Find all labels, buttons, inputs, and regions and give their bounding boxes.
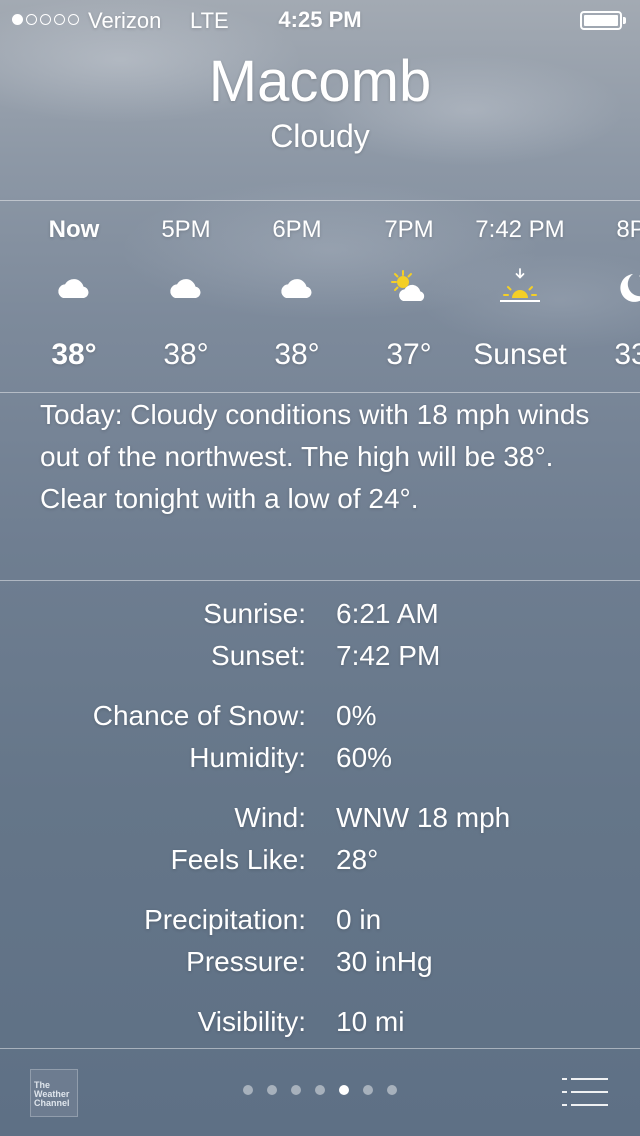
hour-temperature: 38°: [274, 338, 320, 371]
page-indicator[interactable]: [0, 1085, 640, 1095]
hour-label: Now: [48, 216, 100, 243]
hour-label: 5PM: [161, 216, 211, 243]
detail-value: 7:42 PM: [336, 640, 441, 671]
page-dot[interactable]: [291, 1085, 301, 1095]
list-menu-icon[interactable]: [562, 1076, 610, 1108]
hourly-item: 8P 33: [575, 202, 640, 392]
moon-icon: [611, 268, 640, 308]
detail-row: Chance of Snow: 0%: [0, 700, 640, 740]
status-bar: Verizon LTE 4:25 PM: [0, 0, 640, 40]
hour-label: 8P: [616, 216, 640, 243]
hour-label: 6PM: [272, 216, 322, 243]
detail-label: Chance of Snow:: [92, 700, 306, 731]
forecast-summary: Today: Cloudy conditions with 18 mph win…: [40, 399, 590, 514]
detail-row: Precipitation: 0 in: [0, 904, 640, 944]
status-time: 4:25 PM: [278, 7, 362, 32]
divider: [0, 200, 640, 201]
detail-row: Wind: WNW 18 mph: [0, 802, 640, 842]
partly-sunny-icon: [389, 268, 429, 308]
detail-label: Wind:: [234, 802, 306, 833]
battery-icon: [580, 11, 626, 30]
hourly-forecast[interactable]: Now 38° 5PM 38° 6PM 38° 7PM 37° 7:42 PM Sunset 8P 3…: [0, 202, 640, 392]
hour-temperature: 38°: [51, 338, 97, 371]
divider: [0, 580, 640, 581]
hour-temperature: Sunset: [473, 338, 567, 371]
cloud-icon: [54, 268, 94, 308]
detail-row: Feels Like: 28°: [0, 844, 640, 884]
detail-value: 6:21 AM: [336, 598, 439, 629]
detail-label: Humidity:: [189, 742, 306, 773]
page-dot[interactable]: [267, 1085, 277, 1095]
detail-row: Sunrise: 6:21 AM: [0, 598, 640, 638]
detail-value: 0%: [336, 700, 377, 731]
detail-row: Humidity: 60%: [0, 742, 640, 782]
page-dot[interactable]: [363, 1085, 373, 1095]
city-name: Macomb: [208, 49, 432, 114]
sunset-icon: [500, 268, 540, 308]
hourly-item: 7PM 37°: [353, 202, 465, 392]
hourly-item: 7:42 PM Sunset: [464, 202, 576, 392]
detail-label: Pressure:: [186, 946, 306, 977]
hour-label: 7:42 PM: [475, 216, 565, 243]
hourly-item: 6PM 38°: [241, 202, 353, 392]
detail-label: Feels Like:: [170, 844, 306, 875]
detail-label: Sunset:: [211, 640, 306, 671]
detail-row: Visibility: 10 mi: [0, 1006, 640, 1046]
hourly-item: 5PM 38°: [130, 202, 242, 392]
hour-temperature: 33: [614, 338, 640, 371]
detail-value: 30 inHg: [336, 946, 433, 977]
page-dot[interactable]: [339, 1085, 349, 1095]
cloud-icon: [277, 268, 317, 308]
hourly-item: Now 38°: [18, 202, 130, 392]
page-dot[interactable]: [387, 1085, 397, 1095]
cloud-icon: [166, 268, 206, 308]
page-dot[interactable]: [315, 1085, 325, 1095]
hour-temperature: 37°: [386, 338, 432, 371]
detail-value: WNW 18 mph: [336, 802, 511, 833]
detail-label: Visibility:: [197, 1006, 306, 1037]
hour-label: 7PM: [384, 216, 434, 243]
page-dot[interactable]: [243, 1085, 253, 1095]
hour-temperature: 38°: [163, 338, 209, 371]
detail-value: 10 mi: [336, 1006, 405, 1037]
divider: [0, 392, 640, 393]
detail-row: Sunset: 7:42 PM: [0, 640, 640, 680]
current-condition: Cloudy: [270, 118, 370, 154]
detail-label: Sunrise:: [203, 598, 306, 629]
detail-value: 28°: [336, 844, 379, 875]
detail-value: 0 in: [336, 904, 382, 935]
detail-value: 60%: [336, 742, 393, 773]
detail-row: Pressure: 30 inHg: [0, 946, 640, 986]
detail-label: Precipitation:: [144, 904, 306, 935]
bottom-toolbar: The Weather Channel: [0, 1049, 640, 1136]
